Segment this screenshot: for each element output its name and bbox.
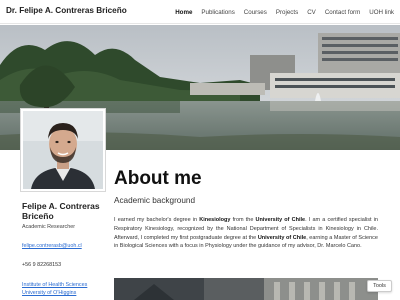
nav-home[interactable]: Home <box>175 9 192 16</box>
nav-uoh-link[interactable]: UOH link <box>369 9 394 16</box>
bottom-building-image <box>114 278 378 300</box>
bold-term: University of Chile <box>257 234 307 241</box>
nav-contact-form[interactable]: Contact form <box>325 9 360 16</box>
profile-photo <box>20 108 106 192</box>
nav-cv[interactable]: CV <box>307 9 316 16</box>
about-paragraph: I earned my bachelor's degree in Kinesio… <box>114 216 378 251</box>
nav-links: Home Publications Courses Projects CV Co… <box>166 0 394 24</box>
paragraph-text: from the <box>230 217 256 223</box>
profile-name: Felipe A. Contreras Briceño <box>22 201 100 221</box>
bold-term: University of Chile <box>255 217 306 223</box>
page-title: About me <box>114 168 202 189</box>
profile-institution-link[interactable]: Institute of Health Sciences University … <box>22 281 112 297</box>
site-brand[interactable]: Dr. Felipe A. Contreras Briceño <box>6 6 127 15</box>
profile-phone: +56 9 82268153 <box>22 262 62 268</box>
tools-button[interactable]: Tools <box>367 280 392 292</box>
nav-publications[interactable]: Publications <box>201 9 234 16</box>
nav-projects[interactable]: Projects <box>276 9 298 16</box>
bold-term: Kinesiology <box>199 217 231 223</box>
nav-courses[interactable]: Courses <box>244 9 267 16</box>
profile-email-link[interactable]: felipe.contrerasb@uoh.cl <box>22 243 82 249</box>
profile-role: Academic Researcher <box>22 224 76 230</box>
top-navbar: Dr. Felipe A. Contreras Briceño Home Pub… <box>0 0 400 24</box>
section-subtitle: Academic background <box>114 196 196 205</box>
paragraph-text: I earned my bachelor's degree in <box>114 217 200 223</box>
